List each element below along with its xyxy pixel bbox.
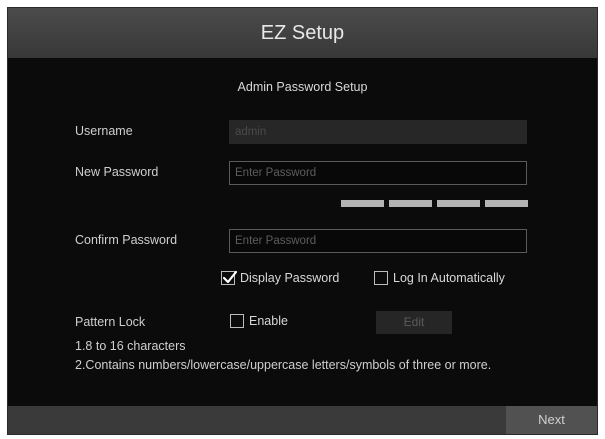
password-hint-line-1: 1.8 to 16 characters [75,339,186,353]
section-title: Admin Password Setup [237,80,368,94]
pattern-lock-enable-label: Enable [249,314,288,328]
pattern-lock-label: Pattern Lock [75,315,146,329]
title-bar: EZ Setup [8,8,597,58]
strength-segment [485,200,528,207]
strength-segment [341,200,384,207]
username-label: Username [75,124,133,138]
confirm-password-field[interactable] [229,229,527,253]
checkbox-checked-icon[interactable] [221,270,238,285]
checkbox-unchecked-icon[interactable] [374,271,388,285]
checkbox-unchecked-icon[interactable] [230,314,244,328]
confirm-password-label: Confirm Password [75,233,178,247]
password-hint-line-2: 2.Contains numbers/lowercase/uppercase l… [75,358,492,372]
auto-login-label: Log In Automatically [393,271,505,285]
ez-setup-dialog: EZ Setup Admin Password Setup Username N… [7,7,598,435]
strength-segment [437,200,480,207]
display-password-checkbox[interactable]: Display Password [221,270,340,285]
pattern-lock-enable-checkbox[interactable]: Enable [230,314,288,328]
new-password-label: New Password [75,165,159,179]
auto-login-checkbox[interactable]: Log In Automatically [374,271,505,285]
username-field [229,120,527,144]
new-password-field[interactable] [229,161,527,185]
dialog-title: EZ Setup [260,21,345,44]
strength-segment [389,200,432,207]
pattern-lock-edit-button[interactable]: Edit [376,311,452,334]
display-password-label: Display Password [240,271,340,285]
next-button[interactable]: Next [506,406,597,434]
password-strength-meter [341,200,528,207]
